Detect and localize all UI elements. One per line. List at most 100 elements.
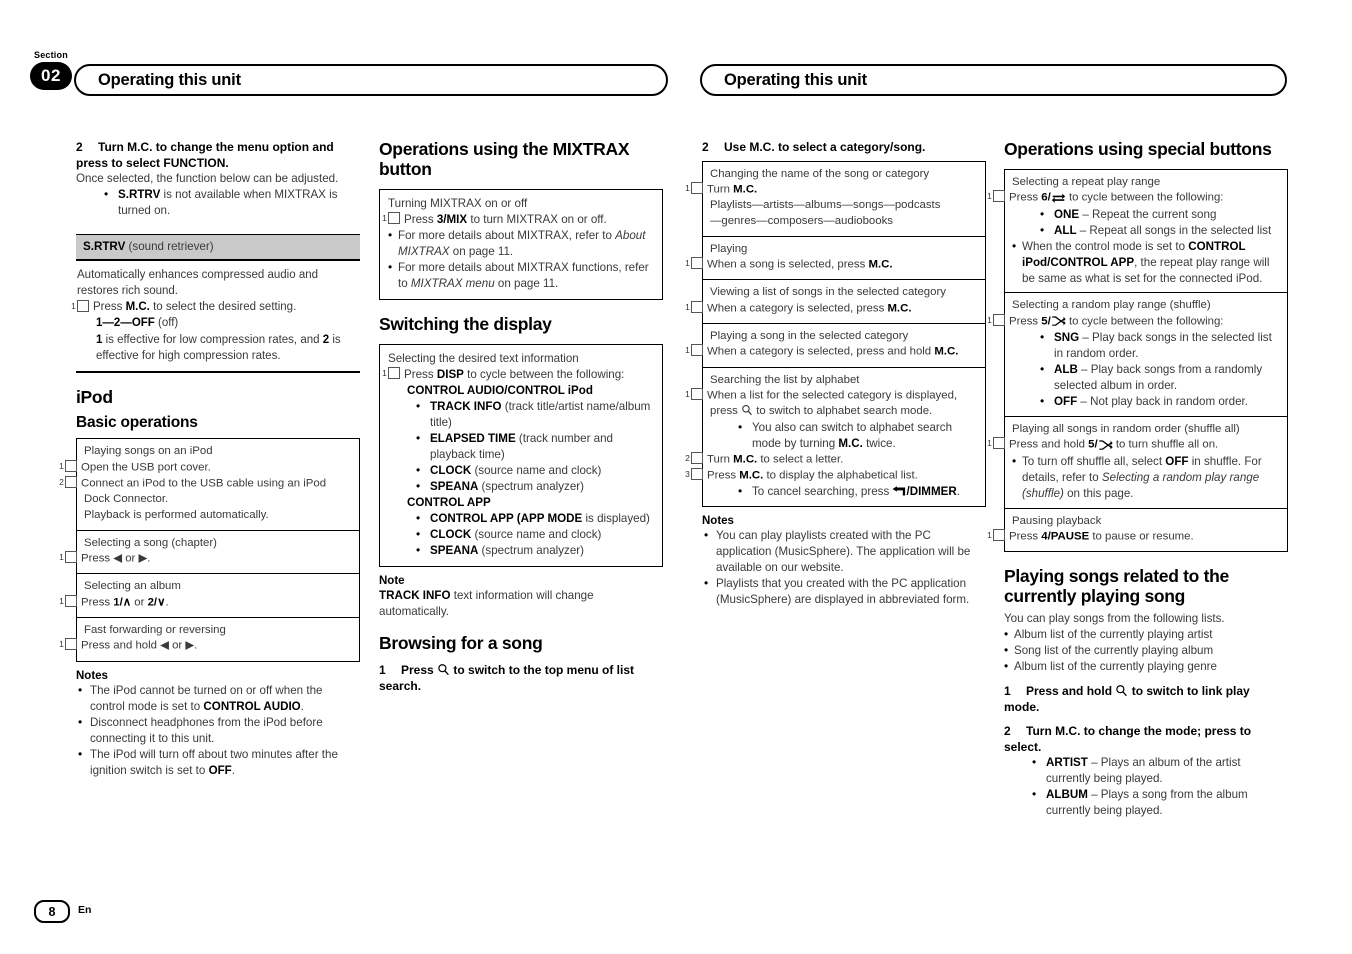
step-marker: 1 xyxy=(59,459,77,472)
value-dash-2: — xyxy=(120,317,132,330)
mixtrax-section-title: Operations using the MIXTRAX button xyxy=(379,139,630,179)
repeat-range-row: Selecting a repeat play range 1 Press 6/ … xyxy=(987,170,1287,294)
list-item: The iPod cannot be turned on or off when… xyxy=(76,682,360,715)
list-item: The iPod will turn off about two minutes… xyxy=(76,746,360,779)
shuffle-icon xyxy=(1051,315,1066,327)
list-item: SPEANA (spectrum analyzer) xyxy=(414,478,654,495)
page-language: En xyxy=(78,904,92,916)
shuffle-press-c: to cycle between the following: xyxy=(1065,315,1224,328)
related-lists: Album list of the currently playing arti… xyxy=(1004,626,1288,675)
header-title-right-text: Operating this unit xyxy=(724,70,867,89)
step-2-text: Use M.C. to select a category/song. xyxy=(724,140,926,154)
shuffleall-a: Press and hold xyxy=(1009,438,1089,451)
row-line: —genres—composers—audiobooks xyxy=(710,214,893,227)
item-label: CLOCK xyxy=(430,463,472,477)
item-label: CLOCK xyxy=(430,527,472,541)
row-line: Playlists—artists—albums—songs—podcasts xyxy=(710,199,941,212)
switch-step-text: Press DISP to cycle between the followin… xyxy=(404,367,625,381)
group-2-title: CONTROL APP xyxy=(388,495,654,511)
row-caption: Selecting an album xyxy=(84,580,181,593)
row-caption: Playing songs on an iPod xyxy=(84,445,213,458)
shuffle-icon xyxy=(1098,439,1113,450)
list-item: To turn off shuffle all, select OFF in s… xyxy=(1012,453,1280,502)
row-caption: Fast forwarding or reversing xyxy=(84,624,226,637)
sa-note-a: To turn off shuffle all, select xyxy=(1022,454,1166,468)
item-desc: (spectrum analyzer) xyxy=(478,479,584,493)
list-item: ELAPSED TIME (track number and playback … xyxy=(414,430,654,463)
alpha-caption: Searching the list by alphabet xyxy=(710,373,860,386)
row-line: 1 Press ◀ or ▶. xyxy=(59,551,151,565)
list-item: OFF – Not play back in random order. xyxy=(1038,393,1280,410)
ipod-section-title: iPod xyxy=(76,386,113,407)
step-marker: 1 xyxy=(685,344,703,357)
alphabet-search-row: Searching the list by alphabet 1 When a li… xyxy=(685,368,985,507)
special-buttons-table: Selecting a repeat play range 1 Press 6/ … xyxy=(987,168,1288,553)
related-songs-title: Playing songs related to the currently p… xyxy=(1004,566,1229,607)
step-2-body: Once selected, the function below can be… xyxy=(76,172,339,186)
list-item: ARTIST – Plays an album of the artist cu… xyxy=(1030,754,1288,787)
mixtrax-step-text: Press 3/MIX to turn MIXTRAX on or off. xyxy=(404,212,607,226)
step-2-number: 2 xyxy=(76,140,83,154)
group-1-label: CONTROL AUDIO/CONTROL iPod xyxy=(407,383,593,397)
table-row: Changing the name of the song or categor… xyxy=(685,162,985,237)
item-label: ALBUM xyxy=(1046,788,1088,802)
srtrv-values: 1—2—OFF (off) xyxy=(77,315,353,331)
table-row: Fast forwarding or reversing 1 Press and h… xyxy=(59,618,359,661)
list-item: SNG – Play back songs in the selected li… xyxy=(1038,329,1280,362)
item-desc: is displayed) xyxy=(582,511,650,525)
item-desc: (spectrum analyzer) xyxy=(478,543,584,557)
pause-c: to pause or resume. xyxy=(1089,530,1194,543)
special-buttons-title: Operations using special buttons xyxy=(1004,139,1272,159)
notes-list-col1: The iPod cannot be turned on or off when… xyxy=(76,682,360,779)
mixtrax-box: Turning MIXTRAX on or off 1 Press 3/MIX t… xyxy=(379,188,663,300)
list-item: CLOCK (source name and clock) xyxy=(414,462,654,479)
srtrv-note: 1 is effective for low compression rates… xyxy=(77,332,353,364)
shuffleall-note-list: To turn off shuffle all, select OFF in s… xyxy=(1012,453,1280,502)
related-step-1: 1 Press and hold to switch to link play m… xyxy=(1004,684,1288,715)
row-line: Playback is performed automatically. xyxy=(84,509,269,522)
page-number: 8 xyxy=(34,900,70,923)
group-2-label: CONTROL APP xyxy=(407,495,491,509)
list-item: ALL – Repeat all songs in the selected l… xyxy=(1038,222,1280,239)
table-row: Playing songs on an iPod 1 Open the USB po… xyxy=(59,439,359,531)
row-line: 1 When a category is selected, press M.C. xyxy=(685,300,912,315)
srtrv-band-rest: (sound retriever) xyxy=(125,240,214,254)
row-caption: Changing the name of the song or categor… xyxy=(710,167,930,180)
step-2-heading: 2 Turn M.C. to change the menu option and… xyxy=(76,140,360,171)
step-marker: 2 xyxy=(685,451,703,464)
mixtrax-bullets: For more details about MIXTRAX, refer to… xyxy=(388,227,654,292)
item-desc: – Play back songs from a randomly select… xyxy=(1054,363,1263,393)
list-item: For more details about MIXTRAX, refer to… xyxy=(388,227,654,260)
list-item: For more details about MIXTRAX functions… xyxy=(388,259,654,292)
srtrv-panel: S.RTRV (sound retriever) Automatically e… xyxy=(71,234,360,373)
related-modes: ARTIST – Plays an album of the artist cu… xyxy=(1030,754,1288,819)
shuffleall-c: to turn shuffle all on. xyxy=(1112,438,1219,451)
value-dash-1: — xyxy=(102,317,114,330)
notes-title-col1: Notes xyxy=(76,669,108,682)
step-marker: 1 xyxy=(59,551,77,564)
srtrv-step-1: 1 Press M.C. to select the desired settin… xyxy=(71,299,353,315)
step-2-heading-col3: 2 Use M.C. to select a category/song. xyxy=(702,140,986,156)
basic-operations-table: Playing songs on an iPod 1 Open the USB po… xyxy=(59,438,360,662)
item-desc: – Repeat all songs in the selected list xyxy=(1076,223,1272,237)
item-desc: (source name and clock) xyxy=(471,527,602,541)
sa-note-d: on this page. xyxy=(1063,486,1134,500)
column-2: Operations using the MIXTRAX button Turn… xyxy=(379,139,663,695)
row-caption: Selecting a song (chapter) xyxy=(84,536,217,549)
notes-title-col3: Notes xyxy=(702,515,734,528)
repeat-press-b: 6/ xyxy=(1041,191,1051,204)
step-marker: 1 xyxy=(987,313,1005,326)
browse-step-a: Press xyxy=(401,663,438,678)
item-desc: – Not play back in random order. xyxy=(1077,395,1248,409)
step-marker: 1 xyxy=(382,212,400,225)
shuffleall-caption: Playing all songs in random order (shuff… xyxy=(1012,423,1240,436)
alpha-step-3: 3 Press M.C. to display the alphabetical … xyxy=(685,468,918,482)
header-title-right-page: Operating this unit xyxy=(700,64,1287,96)
shuffle-options: SNG – Play back songs in the selected li… xyxy=(1038,329,1280,410)
column-4: Operations using special buttons Selecti… xyxy=(987,139,1288,819)
step-marker: 1 xyxy=(685,300,703,313)
pause-b: 4/PAUSE xyxy=(1041,530,1090,543)
mixtrax-caption: Turning MIXTRAX on or off xyxy=(388,196,528,210)
step-marker: 1 xyxy=(987,437,1005,450)
list-item: ONE – Repeat the current song xyxy=(1038,206,1280,223)
